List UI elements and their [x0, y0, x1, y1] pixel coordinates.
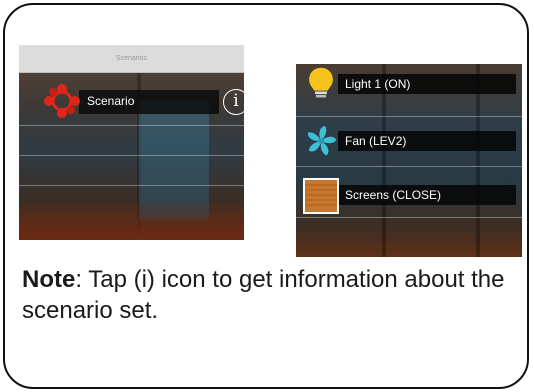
scenario-label: Scenario	[87, 94, 135, 108]
note-card: Scenarios Scenario i Light 1 (ON) Fan (L…	[3, 3, 529, 389]
device-label-light: Light 1 (ON)	[345, 77, 411, 91]
nav-bar-title: Scenarios	[19, 45, 244, 73]
fan-icon	[307, 126, 337, 156]
device-label-fan: Fan (LEV2)	[345, 134, 407, 148]
scenario-details-screenshot: Light 1 (ON) Fan (LEV2) Screens (CLOSE)	[296, 64, 522, 257]
scenario-icon	[44, 84, 80, 118]
note-body: : Tap (i) icon to get information about …	[22, 266, 505, 324]
info-icon[interactable]: i	[223, 89, 244, 115]
note-label: Note	[22, 266, 76, 293]
light-bulb-icon	[309, 67, 333, 98]
device-label-screens: Screens (CLOSE)	[345, 188, 442, 202]
note-text: Note: Tap (i) icon to get information ab…	[22, 264, 527, 326]
scenarios-screenshot: Scenarios Scenario i	[19, 45, 244, 240]
screens-icon	[303, 178, 339, 214]
